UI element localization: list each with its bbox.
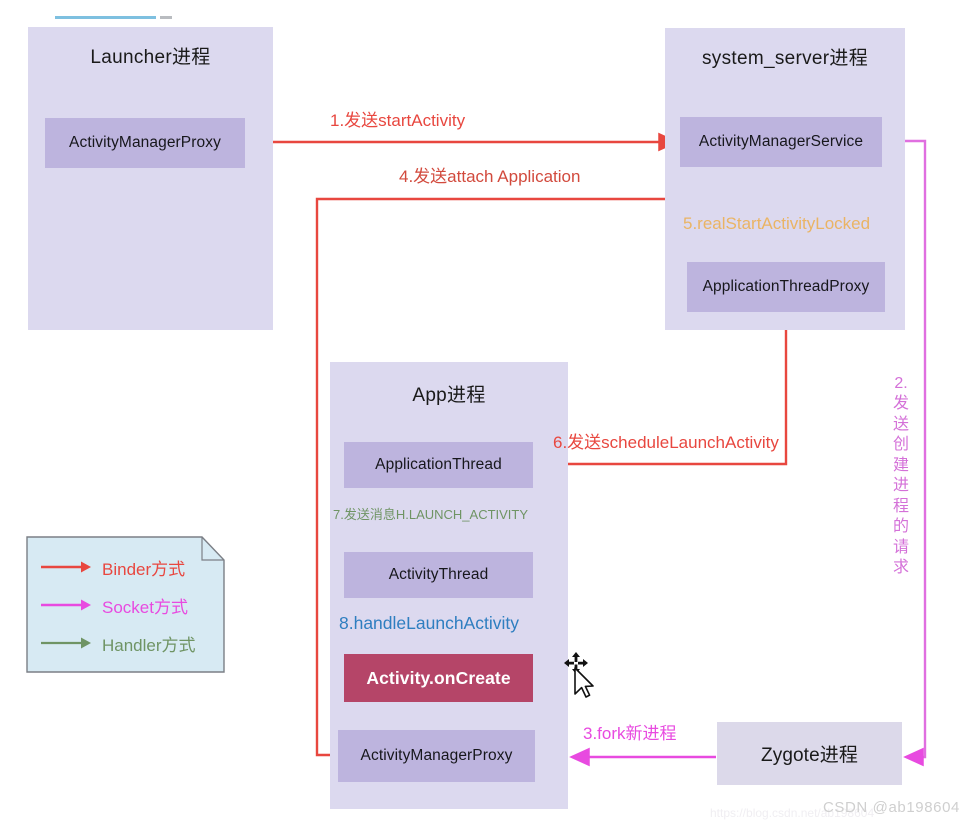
- legend-panel: Binder方式 Socket方式 Handler方式: [26, 536, 225, 673]
- process-box-launcher: Launcher进程: [28, 27, 273, 330]
- edge-label-1: 1.发送startActivity: [330, 111, 466, 130]
- watermark: CSDN @ab198604: [822, 799, 960, 816]
- node-activity-thread[interactable]: ActivityThread: [344, 552, 533, 598]
- edge-label-4: 4.发送attach Application: [399, 167, 581, 186]
- edge-label-3: 3.fork新进程: [583, 724, 677, 743]
- edge-label-2: 2.发送创建进程的请求: [892, 375, 909, 577]
- node-application-thread[interactable]: ApplicationThread: [344, 442, 533, 488]
- legend-arrow-handler-icon: [41, 637, 91, 649]
- node-application-thread-proxy[interactable]: ApplicationThreadProxy: [687, 262, 885, 312]
- legend-label-binder: Binder方式: [102, 559, 186, 579]
- legend-label-socket: Socket方式: [102, 597, 188, 617]
- edge-label-8: 8.handleLaunchActivity: [339, 613, 519, 633]
- top-gray-dash: [160, 16, 172, 19]
- legend-item-handler: Handler方式: [26, 624, 225, 662]
- node-launcher-activity-manager-proxy[interactable]: ActivityManagerProxy: [45, 118, 245, 168]
- legend-arrow-binder-icon: [41, 561, 91, 573]
- legend-label-handler: Handler方式: [102, 635, 196, 655]
- edge-label-5: 5.realStartActivityLocked: [683, 214, 871, 233]
- node-app-activity-manager-proxy[interactable]: ActivityManagerProxy: [338, 730, 535, 782]
- node-activity-oncreate[interactable]: Activity.onCreate: [344, 654, 533, 702]
- legend-arrow-socket-icon: [41, 599, 91, 611]
- edge-label-6: 6.发送scheduleLaunchActivity: [553, 433, 779, 452]
- legend-item-socket: Socket方式: [26, 586, 225, 624]
- process-title-system-server: system_server进程: [701, 48, 869, 69]
- edge-label-7: 7.发送消息H.LAUNCH_ACTIVITY: [333, 507, 529, 522]
- process-title-launcher: Launcher进程: [90, 47, 211, 68]
- process-title-app: App进程: [412, 385, 486, 406]
- node-zygote-process[interactable]: Zygote进程: [717, 722, 902, 785]
- mouse-cursor-move-icon: [564, 652, 594, 698]
- node-activity-manager-service[interactable]: ActivityManagerService: [680, 117, 882, 167]
- legend-item-binder: Binder方式: [26, 548, 225, 586]
- top-blue-rule: [55, 16, 156, 19]
